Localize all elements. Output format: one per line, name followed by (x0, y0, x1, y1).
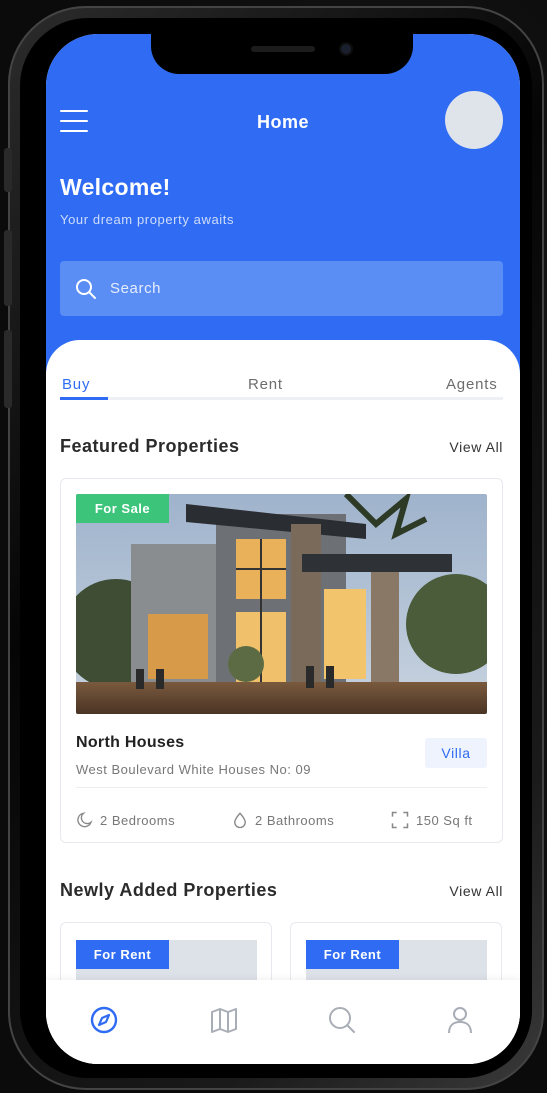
area-info: 150 Sq ft (390, 810, 473, 830)
nav-search[interactable] (326, 1004, 358, 1036)
avatar[interactable] (445, 91, 503, 149)
expand-icon (391, 811, 409, 829)
newly-added-view-all-link[interactable]: View All (449, 883, 503, 899)
volume-up-button (4, 230, 12, 306)
moon-icon (77, 812, 93, 828)
map-icon (211, 1008, 237, 1033)
search-icon (76, 279, 96, 299)
property-address: West Boulevard White Houses No: 09 (76, 762, 311, 777)
newly-added-section-title: Newly Added Properties (60, 880, 278, 900)
speaker-grille (251, 46, 315, 52)
search-input[interactable]: Search (60, 261, 503, 316)
welcome-heading: Welcome! (60, 174, 171, 200)
property-name: North Houses (76, 734, 185, 751)
volume-down-button (4, 330, 12, 408)
front-camera (339, 42, 353, 56)
nav-explore[interactable] (88, 1004, 120, 1036)
tab-buy[interactable]: Buy (62, 376, 90, 393)
search-icon (329, 1007, 355, 1033)
area-label: 150 Sq ft (416, 812, 473, 828)
tab-agents[interactable]: Agents (446, 376, 498, 393)
bedrooms-info: 2 Bedrooms (76, 810, 175, 830)
featured-property-card[interactable]: For Sale North Houses West Boulevard Whi… (60, 478, 503, 843)
phone-notch (151, 34, 413, 74)
featured-view-all-link[interactable]: View All (449, 439, 503, 455)
mute-switch (4, 148, 12, 192)
nav-profile[interactable] (444, 1004, 476, 1036)
bottom-navigation (46, 980, 520, 1064)
card-divider (76, 787, 487, 788)
featured-section-title: Featured Properties (60, 436, 240, 456)
property-type-tag: Villa (425, 738, 487, 768)
search-placeholder: Search (110, 280, 162, 297)
tab-rent[interactable]: Rent (248, 376, 283, 393)
for-rent-badge: For Rent (306, 940, 399, 969)
tab-track (60, 397, 503, 400)
house-photo (76, 494, 487, 714)
property-image: For Sale (76, 494, 487, 714)
for-sale-badge: For Sale (76, 494, 169, 523)
compass-icon (90, 1006, 118, 1034)
for-rent-badge: For Rent (76, 940, 169, 969)
tab-indicator (60, 397, 108, 400)
droplet-icon (234, 812, 246, 829)
bathrooms-info: 2 Bathrooms (231, 810, 334, 830)
nav-map[interactable] (208, 1004, 240, 1036)
bedrooms-label: 2 Bedrooms (100, 812, 176, 828)
bathrooms-label: 2 Bathrooms (255, 812, 335, 828)
welcome-subtitle: Your dream property awaits (60, 212, 235, 227)
user-icon (448, 1007, 472, 1034)
app-screen: Home Welcome! Your dream property awaits… (46, 34, 520, 1064)
